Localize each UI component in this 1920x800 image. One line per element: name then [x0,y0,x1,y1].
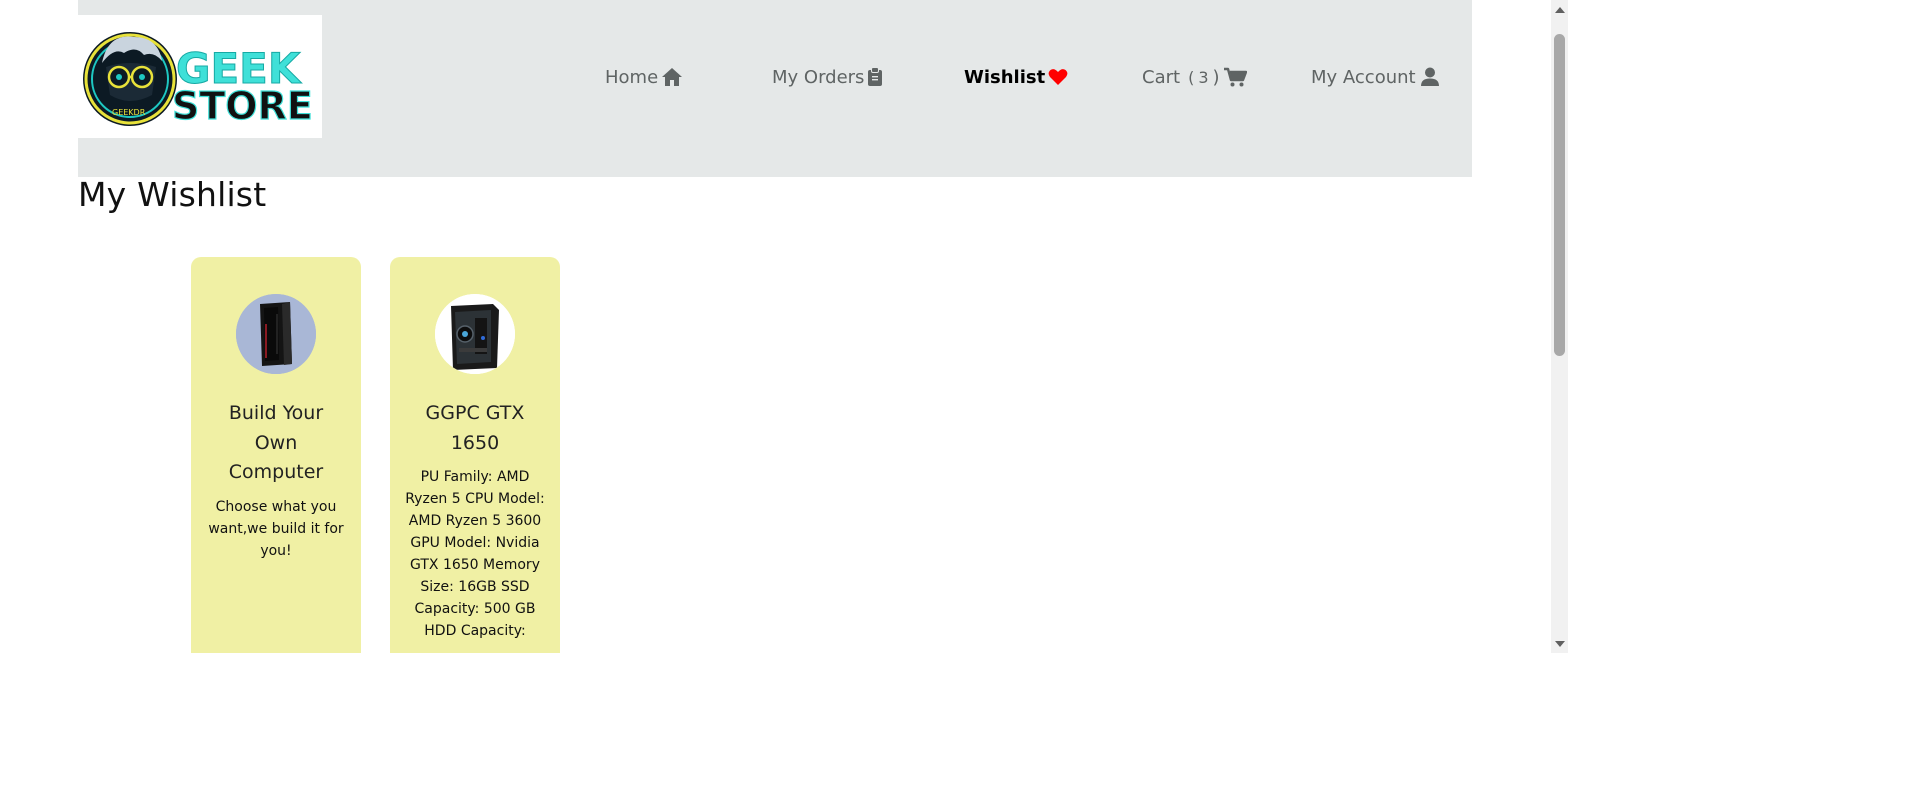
nav-my-orders[interactable]: My Orders [772,64,883,90]
logo-word-store: STORE [172,84,313,128]
logo-graphic: GEEK STORE GEEKDR [83,32,313,129]
nav-orders-label: My Orders [772,66,865,88]
pc-tower-icon [236,294,316,374]
nav-cart-label: Cart [1142,66,1181,88]
nav-account-label: My Account [1311,66,1416,88]
scroll-up-arrow-icon[interactable] [1555,7,1565,13]
nav-home[interactable]: Home [605,64,683,90]
product-description: PU Family: AMD Ryzen 5 CPU Model: AMD Ry… [405,469,545,639]
site-header: GEEK STORE GEEKDR Home My Orders Wishlis… [78,0,1472,177]
wishlist-card[interactable]: Build Your Own Computer Choose what you … [191,257,361,653]
product-name[interactable]: Build Your Own Computer [205,399,347,488]
gaming-pc-icon [435,294,515,374]
heart-icon [1048,69,1068,85]
product-image[interactable] [236,294,316,374]
nav-home-label: Home [605,66,659,88]
page-title: My Wishlist [78,175,267,214]
cart-icon [1223,67,1247,87]
cart-close-paren: ) [1212,66,1220,88]
nav-wishlist[interactable]: Wishlist [964,64,1068,90]
user-icon [1420,67,1439,86]
nav-my-account[interactable]: My Account [1311,64,1441,90]
cart-open-paren: ( [1188,67,1195,87]
nav-cart[interactable]: Cart ( 3 ) [1142,64,1247,90]
scroll-down-arrow-icon[interactable] [1555,641,1565,647]
cart-count: 3 [1198,67,1209,87]
wishlist-card[interactable]: GGPC GTX 1650 PU Family: AMD Ryzen 5 CPU… [390,257,560,653]
logo-badge: GEEKDR [112,108,146,117]
site-logo[interactable]: GEEK STORE GEEKDR [78,15,322,138]
nav-wishlist-label: Wishlist [964,66,1046,88]
scroll-thumb[interactable] [1554,34,1565,356]
vertical-scrollbar[interactable] [1551,0,1568,653]
product-description: Choose what you want,we build it for you… [208,498,344,559]
home-icon [662,68,683,86]
product-name[interactable]: GGPC GTX 1650 [404,399,546,458]
clipboard-icon [868,67,883,86]
product-image[interactable] [435,294,515,374]
page: GEEK STORE GEEKDR Home My Orders Wishlis… [0,0,1568,653]
